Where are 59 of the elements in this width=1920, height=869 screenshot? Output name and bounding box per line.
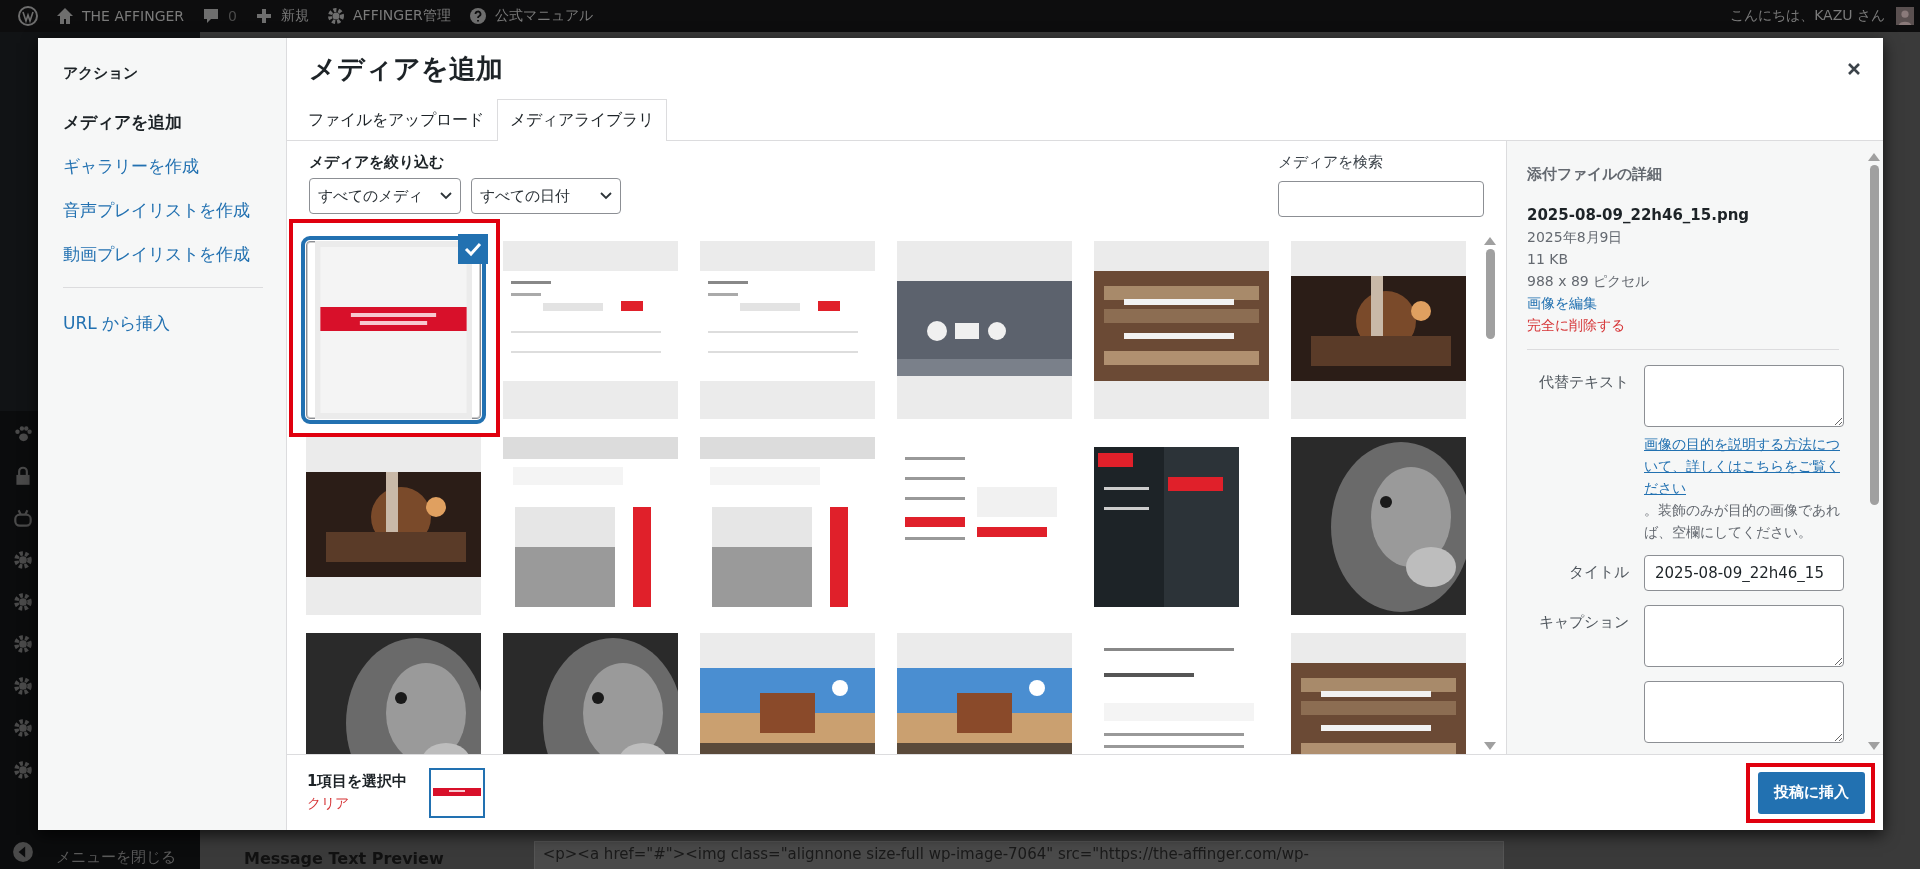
delete-link[interactable]: 完全に削除する bbox=[1527, 314, 1625, 337]
chevron-down-icon bbox=[440, 192, 452, 200]
sidebar-item[interactable]: メディアを追加 bbox=[63, 109, 182, 135]
gear-icon[interactable] bbox=[12, 633, 34, 655]
tab[interactable]: ファイルをアップロード bbox=[295, 99, 497, 141]
close-icon[interactable] bbox=[1847, 61, 1861, 76]
details-heading: 添付ファイルの詳細 bbox=[1527, 165, 1662, 184]
sidebar-item[interactable]: 動画プレイリストを作成 bbox=[63, 241, 250, 267]
gear-icon[interactable] bbox=[12, 549, 34, 571]
modal-title: メディアを追加 bbox=[309, 51, 504, 86]
selection-count: 1項目を選択中 bbox=[307, 772, 408, 791]
check-icon[interactable] bbox=[458, 234, 488, 264]
description-field[interactable] bbox=[1644, 681, 1844, 743]
edit-image-link[interactable]: 画像を編集 bbox=[1527, 292, 1597, 314]
new-link[interactable]: 新規 bbox=[281, 7, 309, 25]
scrollbar[interactable] bbox=[1868, 153, 1880, 750]
field-label: キャプション bbox=[1538, 612, 1629, 632]
collapse-menu-link[interactable]: メニューを閉じる bbox=[56, 848, 176, 867]
plus-icon bbox=[254, 6, 274, 26]
gear-icon[interactable] bbox=[12, 591, 34, 613]
field-label: タイトル bbox=[1568, 562, 1629, 582]
site-name-link[interactable]: THE AFFINGER bbox=[82, 8, 185, 24]
date-select[interactable]: すべての日付 bbox=[471, 178, 621, 214]
avatar-icon[interactable] bbox=[1896, 7, 1914, 25]
collapse-icon[interactable] bbox=[12, 840, 34, 863]
title-field[interactable]: 2025-08-09_22h46_15 bbox=[1644, 555, 1844, 591]
home-icon bbox=[55, 6, 75, 26]
upload-date: 2025年8月9日 bbox=[1527, 228, 1623, 247]
gear-icon[interactable] bbox=[12, 717, 34, 739]
gear-icon[interactable] bbox=[12, 759, 34, 781]
gear-icon bbox=[326, 6, 346, 26]
clear-link[interactable]: クリア bbox=[307, 795, 408, 813]
search-label: メディアを検索 bbox=[1278, 153, 1384, 172]
sidebar-heading: アクション bbox=[63, 64, 138, 83]
sidebar-item[interactable]: URL から挿入 bbox=[63, 310, 171, 336]
field-label: 代替テキスト bbox=[1538, 372, 1629, 392]
caption-field[interactable] bbox=[1644, 605, 1844, 667]
alt-text-field[interactable] bbox=[1644, 365, 1844, 427]
sidebar-item[interactable]: 音声プレイリストを作成 bbox=[63, 197, 250, 223]
greeting-text[interactable]: こんにちは、KAZU さん bbox=[1730, 7, 1885, 25]
gear-icon[interactable] bbox=[12, 675, 34, 697]
wordpress-logo-icon[interactable] bbox=[18, 6, 38, 26]
search-field[interactable] bbox=[1278, 181, 1484, 217]
help-link[interactable]: 画像の目的を説明する方法について、詳しくはこちらをご覧ください bbox=[1644, 433, 1844, 499]
robot-icon[interactable] bbox=[12, 507, 34, 529]
help-icon bbox=[467, 6, 488, 26]
scrollbar[interactable] bbox=[1484, 237, 1496, 750]
sidebar-item[interactable]: ギャラリーを作成 bbox=[63, 153, 199, 179]
manual-link[interactable]: 公式マニュアル bbox=[494, 7, 593, 25]
theme-admin-link[interactable]: AFFINGER管理 bbox=[353, 7, 451, 25]
filter-label: メディアを絞り込む bbox=[309, 153, 445, 172]
file-size: 11 KB bbox=[1527, 250, 1569, 269]
file-name: 2025-08-09_22h46_15.png bbox=[1527, 205, 1750, 226]
tab[interactable]: メディアライブラリ bbox=[497, 99, 667, 141]
image-dimensions: 988 x 89 ピクセル bbox=[1527, 272, 1650, 291]
insert-button[interactable]: 投稿に挿入 bbox=[1758, 771, 1865, 814]
media-type-select[interactable]: すべてのメディ bbox=[309, 178, 461, 214]
help-text: 。装飾のみが目的の画像であれば、空欄にしてください。 bbox=[1644, 502, 1840, 540]
chevron-down-icon bbox=[600, 192, 612, 200]
